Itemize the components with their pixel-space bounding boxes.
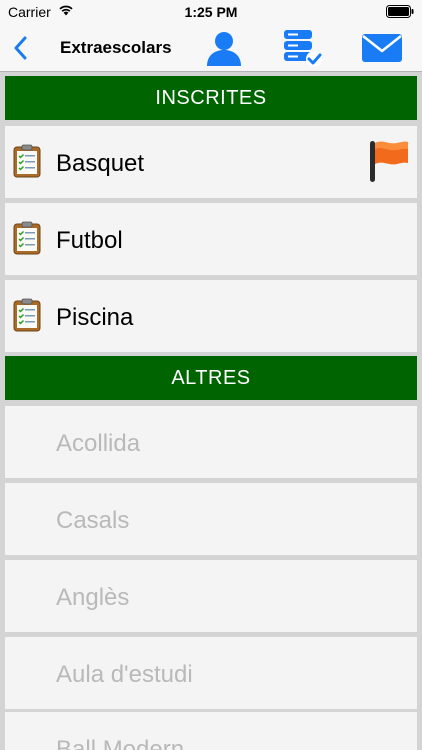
back-chevron-icon: [14, 36, 27, 60]
clipboard-checklist-icon: [13, 221, 41, 255]
battery-icon: [386, 5, 414, 18]
list-item-label: Piscina: [56, 304, 134, 331]
list-item-casals[interactable]: Casals: [5, 483, 417, 555]
list-item-basquet[interactable]: Basquet: [5, 126, 417, 198]
list-item-label: Ball Modern: [56, 736, 185, 750]
page-title: Extraescolars: [60, 38, 172, 57]
clipboard-checklist-icon: [13, 298, 41, 332]
list-item-piscina[interactable]: Piscina: [5, 280, 417, 352]
list-item-aula-estudi[interactable]: Aula d'estudi: [5, 637, 417, 709]
navigation-bar: Extraescolars: [0, 24, 422, 72]
status-bar: Carrier 1:25 PM: [0, 0, 422, 24]
list-item-ball-modern[interactable]: Ball Modern: [5, 712, 417, 750]
status-time: 1:25 PM: [184, 4, 238, 20]
section-header-enrolled: INSCRITES: [5, 76, 417, 120]
user-icon[interactable]: [204, 28, 244, 68]
list-item-label: Aula d'estudi: [56, 661, 193, 688]
database-check-icon[interactable]: [280, 28, 324, 68]
section-header-others: ALTRES: [5, 356, 417, 400]
mail-icon[interactable]: [360, 30, 404, 66]
list-item-label: Basquet: [56, 150, 145, 177]
back-button[interactable]: [6, 34, 34, 62]
flag-icon: [370, 141, 408, 182]
list-item-label: Anglès: [56, 584, 130, 611]
list-item-label: Acollida: [56, 430, 141, 457]
app-screen: Carrier 1:25 PM Extraescolars INSCRITES …: [0, 0, 422, 750]
list-item-label: Casals: [56, 507, 130, 534]
list-item-angles[interactable]: Anglès: [5, 560, 417, 632]
clipboard-checklist-icon: [13, 144, 41, 178]
list-item-label: Futbol: [56, 227, 123, 254]
list-item-acollida[interactable]: Acollida: [5, 406, 417, 478]
list-item-futbol[interactable]: Futbol: [5, 203, 417, 275]
